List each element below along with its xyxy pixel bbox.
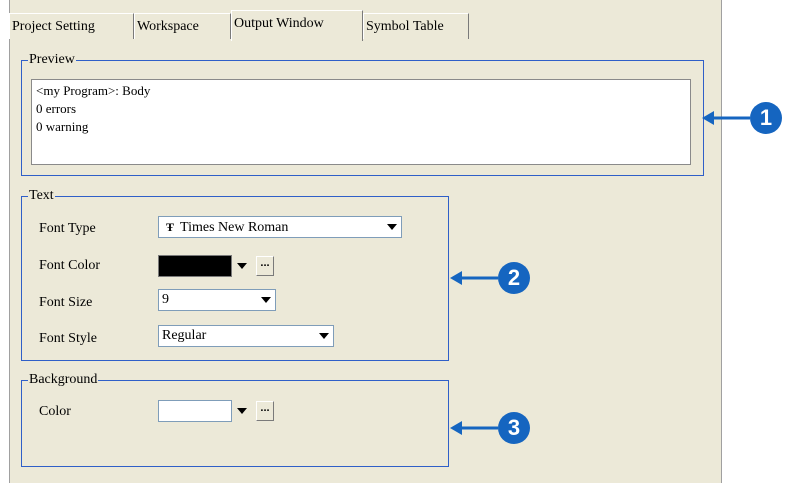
chevron-down-icon xyxy=(319,333,329,339)
font-style-value: Regular xyxy=(162,328,207,343)
chevron-down-icon xyxy=(387,224,397,230)
text-legend: Text xyxy=(28,188,55,204)
preview-output: <my Program>: Body 0 errors 0 warning xyxy=(31,79,691,165)
tab-strip: Project Setting Workspace Output Window … xyxy=(9,10,720,42)
background-color-more-button[interactable]: ... xyxy=(256,401,274,421)
callout-arrow-icon xyxy=(450,421,498,435)
callout-arrow-icon xyxy=(450,271,498,285)
chevron-down-icon xyxy=(261,297,271,303)
tab-output-window[interactable]: Output Window xyxy=(231,10,363,41)
chevron-down-icon[interactable] xyxy=(237,263,247,269)
font-type-label: Font Type xyxy=(39,221,96,236)
font-style-label: Font Style xyxy=(39,331,97,346)
callout-badge-3: 3 xyxy=(498,412,530,444)
font-size-select[interactable]: 9 xyxy=(158,289,276,311)
background-color-label: Color xyxy=(39,404,71,419)
preview-line: <my Program>: Body xyxy=(36,83,151,98)
callout-badge-2: 2 xyxy=(498,262,530,294)
preview-line: 0 errors xyxy=(36,101,77,116)
font-size-value: 9 xyxy=(162,292,169,307)
font-color-swatch[interactable] xyxy=(158,255,232,277)
callout-badge-1: 1 xyxy=(750,102,782,134)
font-type-value: Times New Roman xyxy=(180,220,289,235)
tab-symbol-table[interactable]: Symbol Table xyxy=(363,13,469,39)
chevron-down-icon[interactable] xyxy=(237,408,247,414)
background-group: Background xyxy=(21,372,449,467)
background-color-swatch[interactable] xyxy=(158,400,232,422)
font-size-label: Font Size xyxy=(39,295,93,310)
tab-workspace[interactable]: Workspace xyxy=(134,13,231,39)
font-color-more-button[interactable]: ... xyxy=(256,256,274,276)
tab-project-setting[interactable]: Project Setting xyxy=(9,13,134,39)
truetype-font-icon: Ŧ xyxy=(166,220,175,234)
font-style-select[interactable]: Regular xyxy=(158,325,334,347)
preview-line: 0 warning xyxy=(36,119,89,134)
preview-legend: Preview xyxy=(28,52,76,68)
background-legend: Background xyxy=(28,372,99,388)
font-type-select[interactable]: Ŧ Times New Roman xyxy=(158,216,402,238)
font-color-label: Font Color xyxy=(39,258,101,273)
callout-arrow-icon xyxy=(702,111,750,125)
